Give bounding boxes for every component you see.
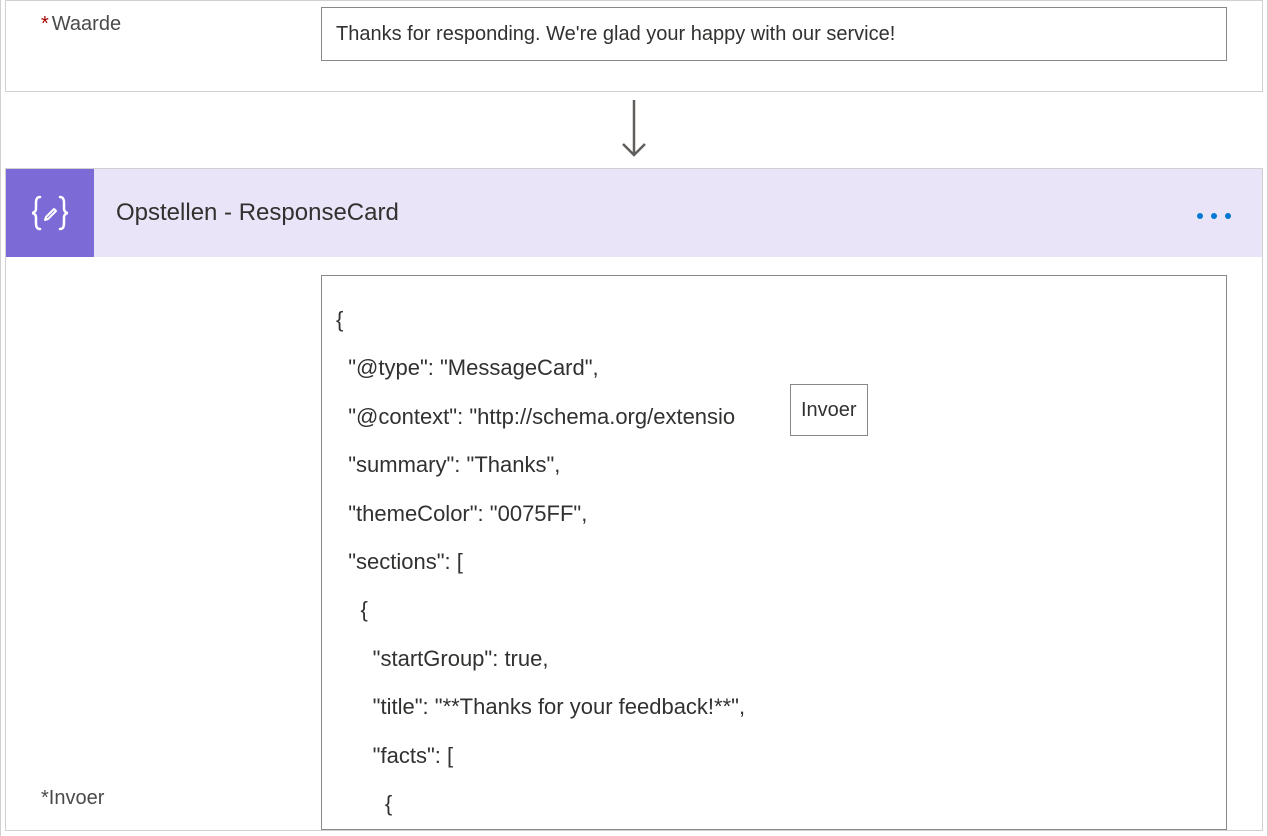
step-more-menu[interactable] <box>1196 199 1262 227</box>
step-header-responsecard[interactable]: Opstellen - ResponseCard <box>6 169 1262 257</box>
step-body-waarde: *Waarde Thanks for responding. We're gla… <box>6 1 1262 91</box>
step-title-text: Opstellen - ResponseCard <box>94 199 1196 227</box>
field-input-waarde[interactable]: Thanks for responding. We're glad your h… <box>321 7 1227 61</box>
code-content: { "@type": "MessageCard", "@context": "h… <box>336 307 745 830</box>
field-label-text: Waarde <box>52 13 121 35</box>
required-asterisk: * <box>41 787 49 809</box>
flow-designer-canvas: *Waarde Thanks for responding. We're gla… <box>0 0 1268 836</box>
arrow-down-icon <box>618 100 650 160</box>
field-label-waarde: *Waarde <box>41 7 321 36</box>
flow-connector-arrow <box>1 92 1267 168</box>
tooltip-invoer: Invoer <box>790 384 868 436</box>
required-asterisk: * <box>41 13 49 35</box>
code-braces-edit-icon <box>26 189 74 237</box>
step-body-responsecard: *Invoer { "@type": "MessageCard", "@cont… <box>6 257 1262 830</box>
step-card-waarde: *Waarde Thanks for responding. We're gla… <box>5 0 1263 92</box>
field-label-invoer: *Invoer <box>41 275 321 830</box>
step-icon-compose <box>6 169 94 257</box>
more-horizontal-icon <box>1196 212 1232 220</box>
code-input-invoer[interactable]: { "@type": "MessageCard", "@context": "h… <box>321 275 1227 830</box>
field-label-text: Invoer <box>49 787 105 809</box>
step-card-responsecard: Opstellen - ResponseCard *Invoer { "@typ… <box>5 168 1263 831</box>
